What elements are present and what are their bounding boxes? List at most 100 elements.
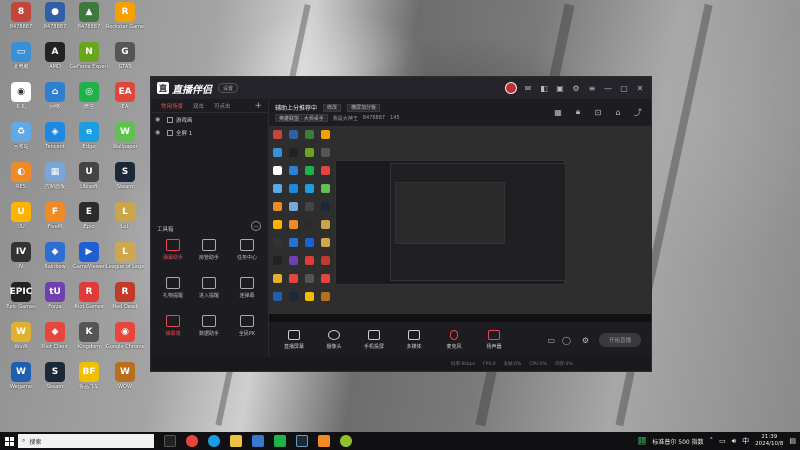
taskbar-app-streaming[interactable] bbox=[318, 435, 330, 447]
network-icon[interactable]: ▭ bbox=[719, 437, 726, 445]
layout-tag[interactable]: 横屏加分板 bbox=[347, 103, 381, 112]
tool-data-assistant[interactable]: 数据助手 bbox=[191, 315, 227, 343]
grid-icon[interactable]: ▦ bbox=[553, 107, 563, 117]
gear-icon[interactable]: ⚙ bbox=[582, 336, 589, 345]
chevron-up-icon[interactable]: ˄ bbox=[710, 437, 714, 445]
taskbar-app-game[interactable] bbox=[340, 435, 352, 447]
stream-preview[interactable] bbox=[269, 126, 651, 322]
desktop-icon[interactable]: ⌂ 网络 bbox=[36, 82, 74, 120]
control-speaker[interactable]: 扬声器 bbox=[479, 330, 509, 350]
desktop-icon[interactable]: ▲ 8478887 bbox=[70, 2, 108, 40]
desktop-icon[interactable]: 8 8478887 bbox=[2, 2, 40, 40]
desktop-icon[interactable]: G GTA5 bbox=[106, 42, 144, 80]
tool-danmaku-link[interactable]: 连弹幕 bbox=[229, 277, 265, 305]
taskbar-app-chrome[interactable] bbox=[186, 435, 198, 447]
eye-icon[interactable]: ◉ bbox=[155, 129, 163, 136]
volume-icon[interactable]: 🔊︎ bbox=[732, 437, 736, 446]
taskbar-app-mail[interactable] bbox=[252, 435, 264, 447]
desktop-icon[interactable]: A AMD bbox=[36, 42, 74, 80]
settings-icon[interactable]: ⚙ bbox=[571, 83, 581, 93]
skin-icon[interactable]: ◧ bbox=[539, 83, 549, 93]
taskbar-app-explorer[interactable] bbox=[230, 435, 242, 447]
desktop-icon[interactable]: W Wegame bbox=[2, 362, 40, 400]
tool-enter-alert[interactable]: 进入提醒 bbox=[191, 277, 227, 305]
desktop-icon[interactable]: IV IV bbox=[2, 242, 40, 280]
menu-icon[interactable]: ≡ bbox=[587, 83, 597, 93]
desktop-icon[interactable]: ▶ GameViewer bbox=[70, 242, 108, 280]
taskbar-search[interactable]: ⌕ 搜索 bbox=[18, 434, 154, 448]
start-button[interactable] bbox=[0, 432, 18, 450]
desktop-icon[interactable]: W WoW bbox=[2, 322, 40, 360]
tool-danmaku-assistant[interactable]: 弹幕助手 bbox=[155, 239, 191, 267]
notification-icon[interactable]: ▤ bbox=[789, 437, 796, 445]
tool-task-center[interactable]: 任务中心 bbox=[229, 239, 265, 267]
desktop-icon[interactable]: W Wallpaper bbox=[106, 122, 144, 160]
desktop-icon[interactable]: tU Forza bbox=[36, 282, 74, 320]
desktop-icon[interactable]: ◎ 微信 bbox=[70, 82, 108, 120]
tool-pk[interactable]: 全民PK bbox=[229, 315, 265, 343]
taskbar-app-edge[interactable] bbox=[208, 435, 220, 447]
desktop-icon[interactable]: ▦ 控制面板 bbox=[36, 162, 74, 200]
minimize-icon[interactable]: — bbox=[603, 83, 613, 93]
tab-common-scenes[interactable]: 常用场景 bbox=[161, 102, 183, 110]
desktop-icon[interactable]: e Edge bbox=[70, 122, 108, 160]
tab-clickable[interactable]: 可点击 bbox=[214, 102, 231, 110]
desktop-icon[interactable]: E Epic bbox=[70, 202, 108, 240]
lock-open-icon[interactable]: ⊡ bbox=[593, 107, 603, 117]
category-tag[interactable]: 英雄联盟 · 大师桌手 bbox=[275, 114, 328, 122]
desktop-icon[interactable]: ♻ 回收站 bbox=[2, 122, 40, 160]
close-icon[interactable]: ✕ bbox=[635, 83, 645, 93]
user-avatar[interactable] bbox=[505, 82, 517, 94]
desktop-icon[interactable]: ◐ RE5 bbox=[2, 162, 40, 200]
desktop-icon[interactable]: U Ubisoft bbox=[70, 162, 108, 200]
eye-icon[interactable]: ◉ bbox=[155, 116, 163, 123]
desktop-icon[interactable]: U UU bbox=[2, 202, 40, 240]
desktop-icon[interactable]: K Kingdom bbox=[70, 322, 108, 360]
share-icon[interactable]: ⤴ bbox=[633, 107, 643, 117]
taskbar-app-wechat[interactable] bbox=[274, 435, 286, 447]
scene-item[interactable]: ◉ 游戏画 bbox=[151, 113, 268, 126]
system-clock[interactable]: 21:39 2024/10/8 bbox=[755, 434, 783, 448]
desktop-icon[interactable]: L LoL bbox=[106, 202, 144, 240]
ime-icon[interactable]: 中 bbox=[742, 436, 749, 446]
desktop-icon[interactable]: ◆ Riot Client bbox=[36, 322, 74, 360]
desktop-icon[interactable]: R Riot Games bbox=[70, 282, 108, 320]
camera-toggle-icon[interactable]: ▭ bbox=[547, 336, 555, 345]
edit-title-button[interactable]: 修改 bbox=[323, 103, 342, 112]
gift-icon[interactable]: ▣ bbox=[555, 83, 565, 93]
mail-icon[interactable]: ✉ bbox=[523, 83, 533, 93]
control-media[interactable]: 多媒体 bbox=[399, 330, 429, 350]
desktop-icon[interactable]: S Steam bbox=[106, 162, 144, 200]
tool-room-manager[interactable]: 房管助手 bbox=[191, 239, 227, 267]
desktop-icon[interactable]: W WOW bbox=[106, 362, 144, 400]
control-phone-cast[interactable]: 手机投屏 bbox=[359, 330, 389, 350]
tab-double[interactable]: 双击 bbox=[193, 102, 204, 110]
start-live-button[interactable]: 开始直播 bbox=[599, 333, 641, 347]
desktop-icon[interactable]: ◉ Google Chrome bbox=[106, 322, 144, 360]
desktop-icon[interactable]: F FiveM bbox=[36, 202, 74, 240]
settings-badge[interactable]: 设置 bbox=[218, 83, 239, 93]
desktop-icon[interactable]: BF 极品飞车 bbox=[70, 362, 108, 400]
desktop-icon[interactable]: R Red Dead bbox=[106, 282, 144, 320]
desktop-icon[interactable]: L League of Legends bbox=[106, 242, 144, 280]
title-bar[interactable]: 直 直播伴侣 设置 ✉ ◧ ▣ ⚙ ≡ — ▢ ✕ bbox=[151, 77, 651, 99]
stock-widget-text[interactable]: 标准普尔 500 指数 bbox=[652, 437, 703, 446]
add-scene-button[interactable]: + bbox=[254, 101, 262, 111]
desktop-icon[interactable]: ◉ 机机 bbox=[2, 82, 40, 120]
scene-item[interactable]: ◉ 全屏 1 bbox=[151, 126, 268, 139]
maximize-icon[interactable]: ▢ bbox=[619, 83, 629, 93]
toolbox-collapse-icon[interactable]: − bbox=[251, 221, 261, 231]
taskbar-app-steam[interactable] bbox=[296, 435, 308, 447]
tool-gift-alert[interactable]: 礼物提醒 bbox=[155, 277, 191, 305]
desktop-icon[interactable]: S Steam bbox=[36, 362, 74, 400]
control-microphone[interactable]: 麦克风 bbox=[439, 330, 469, 350]
desktop-icon[interactable]: ● 8478887 bbox=[36, 2, 74, 40]
home-icon[interactable]: ⌂ bbox=[613, 107, 623, 117]
tool-danmaku-wall[interactable]: 弹幕墙 bbox=[155, 315, 191, 343]
desktop-icon[interactable]: ▭ 此电脑 bbox=[2, 42, 40, 80]
control-camera[interactable]: 摄像头 bbox=[319, 330, 349, 350]
desktop-icon[interactable]: N GeForce Experience bbox=[70, 42, 108, 80]
stream-title[interactable]: 辅助上分推荐中 bbox=[275, 103, 317, 112]
taskbar-app-video[interactable] bbox=[164, 435, 176, 447]
control-screen-capture[interactable]: 直播屏幕 bbox=[279, 330, 309, 350]
